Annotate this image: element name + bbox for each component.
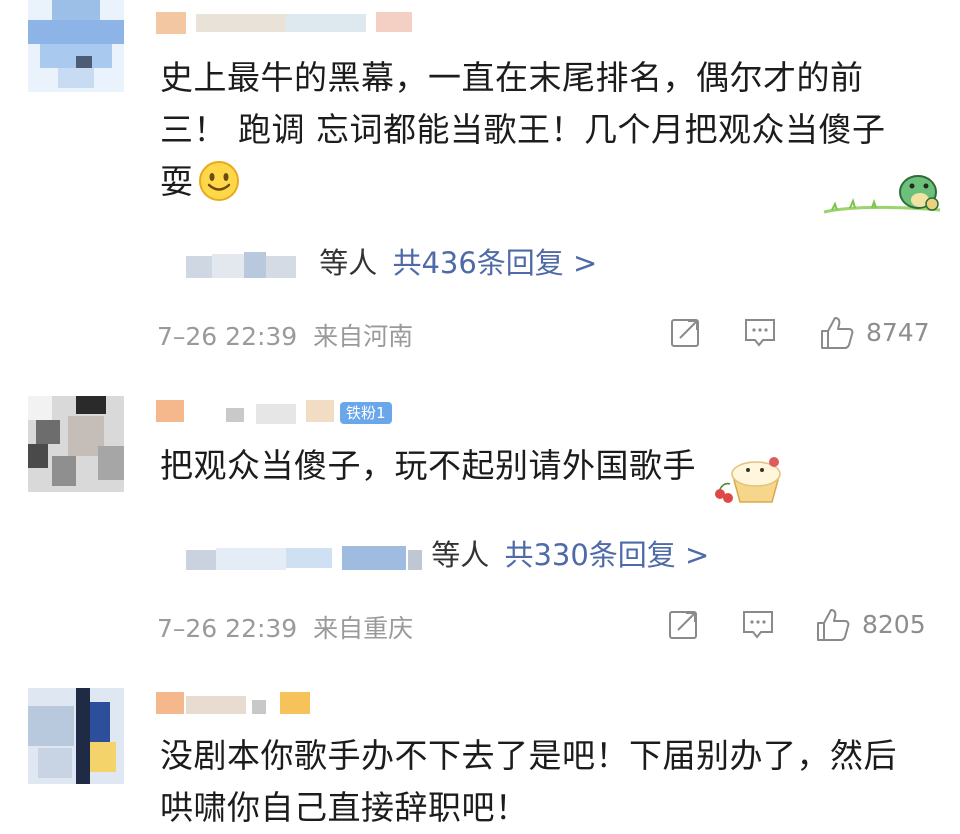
comment-text: 没剧本你歌手办不下去了是吧！下届别办了，然后 哄啸你自己直接辞职吧！ — [160, 730, 897, 834]
replies-count[interactable]: 共330条回复 > — [504, 538, 709, 572]
dinosaur-sticker-icon — [822, 166, 942, 220]
comment-text: 把观众当傻子，玩不起别请外国歌手 — [160, 446, 696, 485]
reply-avatars-blurred — [186, 542, 422, 572]
location: 来自河南 — [313, 322, 414, 351]
action-bar: 8205 — [664, 606, 944, 646]
comment-meta: 7–26 22:39 来自重庆 — [157, 609, 413, 645]
avatar[interactable] — [28, 396, 124, 492]
comment-line: 哄啸你自己直接辞职吧！ — [160, 788, 529, 827]
like-count: 8205 — [862, 610, 926, 639]
smile-emoji-icon — [198, 160, 240, 217]
like-count: 8747 — [866, 318, 930, 347]
replies-suffix: 等人 — [319, 246, 378, 280]
replies-count[interactable]: 共436条回复 > — [392, 246, 597, 280]
replies-link[interactable]: 等人 共330条回复 > — [186, 532, 709, 574]
avatar[interactable] — [28, 688, 124, 784]
comment-line: 没剧本你歌手办不下去了是吧！下届别办了，然后 — [160, 736, 897, 775]
username-blurred[interactable] — [156, 10, 416, 38]
comment-meta: 7–26 22:39 来自河南 — [157, 317, 413, 353]
timestamp: 7–26 22:39 — [157, 322, 298, 351]
action-bar: 8747 — [664, 314, 944, 354]
share-icon[interactable] — [666, 606, 702, 642]
cake-sticker-icon — [712, 450, 788, 512]
comment-text: 史上最牛的黑幕，一直在末尾排名，偶尔才的前 三！ 跑调 忘词都能当歌王！几个月把… — [160, 52, 885, 208]
comment-line: 史上最牛的黑幕，一直在末尾排名，偶尔才的前 — [160, 58, 864, 97]
replies-suffix: 等人 — [431, 538, 490, 572]
fan-badge: 铁粉1 — [340, 402, 392, 424]
timestamp: 7–26 22:39 — [157, 614, 298, 643]
thumbs-up-icon[interactable] — [818, 314, 856, 352]
share-icon[interactable] — [668, 314, 704, 350]
comment-line: 三！ 跑调 忘词都能当歌王！几个月把观众当傻子 — [160, 110, 886, 149]
username-blurred[interactable] — [156, 398, 336, 426]
thumbs-up-icon[interactable] — [814, 606, 852, 644]
replies-link[interactable]: 等人 共436条回复 > — [186, 240, 597, 282]
avatar[interactable] — [28, 0, 124, 92]
username-blurred[interactable] — [156, 690, 316, 718]
reply-avatars-blurred — [186, 250, 310, 280]
comment-icon[interactable] — [740, 606, 776, 642]
location: 来自重庆 — [313, 614, 414, 643]
comment-line: 耍 — [160, 162, 194, 201]
comment-icon[interactable] — [742, 314, 778, 350]
